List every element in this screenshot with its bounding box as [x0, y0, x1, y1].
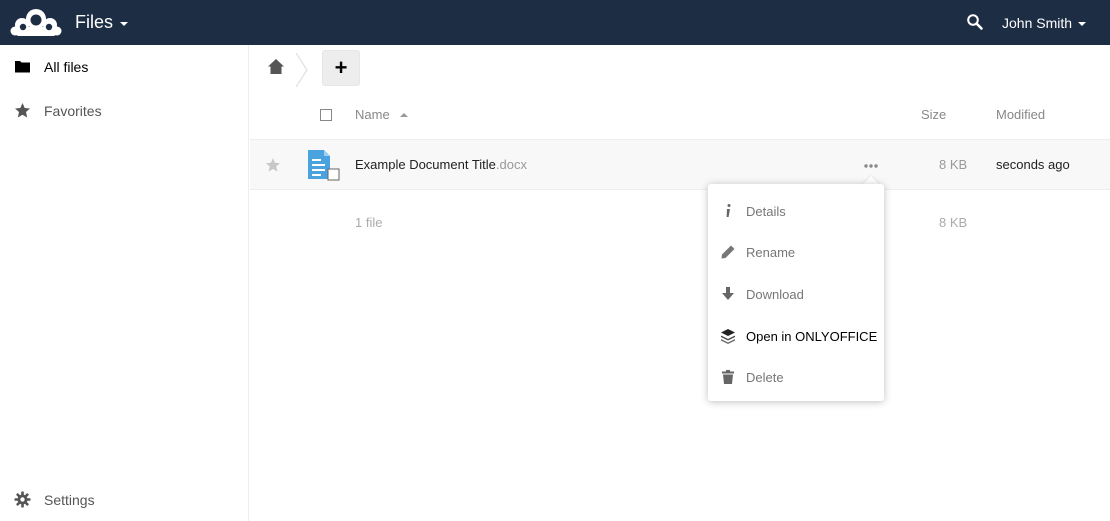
menu-item-download[interactable]: Download — [708, 274, 884, 314]
top-header: Files John Smith — [0, 0, 1110, 45]
pencil-icon — [721, 245, 735, 259]
document-file-icon — [308, 150, 340, 181]
column-label: Name — [355, 107, 390, 122]
menu-item-label: Rename — [746, 244, 796, 260]
menu-item-rename[interactable]: Rename — [708, 232, 884, 272]
controls-bar: + — [250, 45, 1110, 90]
menu-item-label: Details — [746, 203, 786, 219]
file-modified: seconds ago — [996, 157, 1070, 172]
select-all-checkbox[interactable] — [320, 109, 332, 121]
menu-item-label: Delete — [746, 369, 784, 385]
file-name-base: Example Document Title — [355, 157, 496, 172]
home-icon[interactable] — [267, 58, 285, 75]
table-row[interactable]: Example Document Title.docx 8 KB seconds… — [250, 140, 1110, 190]
sidebar-item-settings[interactable]: Settings — [0, 478, 248, 521]
file-size: 8 KB — [939, 157, 968, 172]
breadcrumb-separator-icon — [295, 53, 308, 87]
gear-icon — [14, 491, 31, 508]
caret-down-icon — [120, 21, 129, 26]
user-name: John Smith — [1002, 15, 1073, 31]
summary-file-count: 1 file — [355, 215, 383, 230]
app-menu-toggle[interactable]: Files — [75, 12, 129, 33]
sidebar-item-label: Favorites — [44, 103, 102, 119]
sidebar-item-label: All files — [44, 59, 89, 75]
more-options-icon[interactable] — [863, 159, 879, 173]
sort-ascending-icon — [399, 113, 408, 117]
caret-down-icon — [1078, 22, 1087, 26]
app-title: Files — [75, 12, 114, 32]
menu-item-label: Open in ONLYOFFICE — [746, 328, 878, 344]
search-icon[interactable] — [966, 13, 984, 31]
sidebar-item-all-files[interactable]: All files — [0, 45, 248, 89]
star-icon — [15, 103, 30, 118]
new-button[interactable]: + — [322, 50, 360, 86]
menu-item-open-in-onlyoffice[interactable]: Open in ONLYOFFICE — [708, 316, 884, 356]
sidebar-item-label: Settings — [44, 492, 95, 508]
menu-item-delete[interactable]: Delete — [708, 357, 884, 397]
column-header-modified[interactable]: Modified — [996, 107, 1045, 122]
user-menu-toggle[interactable]: John Smith — [1002, 15, 1087, 31]
file-actions-menu: Details Rename Download Open in ONLYOFFI… — [708, 184, 884, 401]
menu-item-label: Download — [746, 286, 804, 302]
table-summary: 1 file 8 KB — [250, 191, 1110, 251]
sidebar: All files Favorites Settings — [0, 45, 249, 521]
trash-icon — [722, 370, 734, 384]
column-header-size[interactable]: Size — [921, 107, 946, 122]
file-table-header: Name Size Modified — [250, 90, 1110, 140]
column-header-name[interactable]: Name — [355, 107, 408, 122]
file-extension: .docx — [495, 157, 527, 172]
sidebar-item-favorites[interactable]: Favorites — [0, 89, 248, 133]
star-icon[interactable] — [265, 157, 281, 173]
plus-icon: + — [334, 55, 348, 80]
download-icon — [722, 287, 734, 300]
folder-icon — [15, 61, 30, 73]
owncloud-logo-icon[interactable] — [10, 7, 62, 37]
summary-total-size: 8 KB — [939, 215, 968, 230]
onlyoffice-icon — [721, 329, 735, 344]
info-icon — [726, 204, 731, 217]
file-name[interactable]: Example Document Title.docx — [355, 157, 527, 172]
menu-item-details[interactable]: Details — [708, 191, 884, 231]
